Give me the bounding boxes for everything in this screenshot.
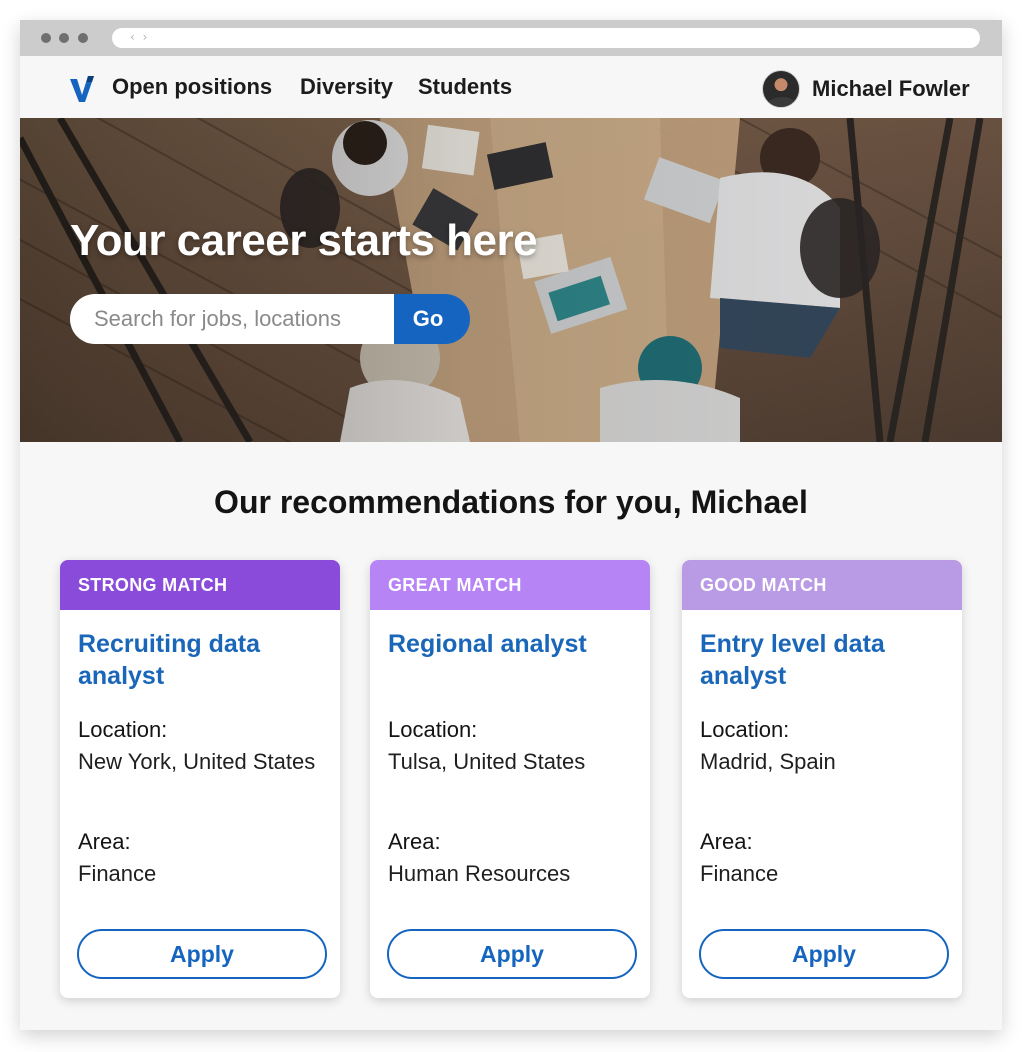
apply-button[interactable]: Apply [77,929,327,979]
recommendations-title: Our recommendations for you, Michael [214,484,808,520]
location-value: Tulsa, United States [388,749,586,774]
nav-students[interactable]: Students [418,74,512,100]
user-name[interactable]: Michael Fowler [812,76,970,102]
area-value: Finance [700,861,779,886]
nav-diversity[interactable]: Diversity [300,74,393,100]
window-minimize-dot[interactable] [59,33,69,43]
match-badge: STRONG MATCH [60,560,340,610]
window-maximize-dot[interactable] [78,33,88,43]
area-label: Area: [388,829,441,854]
area-value: Human Resources [388,861,571,886]
user-avatar[interactable] [762,70,800,108]
match-badge: GREAT MATCH [370,560,650,610]
apply-button[interactable]: Apply [699,929,949,979]
location-value: Madrid, Spain [700,749,836,774]
location-label: Location: [700,717,790,742]
area-value: Finance [78,861,157,886]
area-label: Area: [78,829,131,854]
company-logo[interactable] [68,73,96,103]
address-bar[interactable]: ‹ › [112,28,980,48]
search-go-button[interactable]: Go [394,294,470,344]
apply-button[interactable]: Apply [387,929,637,979]
location-label: Location: [78,717,168,742]
hero-title: Your career starts here [70,216,538,265]
job-search-input[interactable] [70,294,396,344]
job-card: GREAT MATCH Regional analyst Location: T… [370,560,650,998]
browser-chrome: ‹ › [20,20,1002,56]
window-close-dot[interactable] [41,33,51,43]
job-title-link[interactable]: Entry level data analyst [700,628,950,692]
job-title-link[interactable]: Recruiting data analyst [78,628,328,692]
job-card: STRONG MATCH Recruiting data analyst Loc… [60,560,340,998]
match-badge: GOOD MATCH [682,560,962,610]
location-value: New York, United States [78,749,316,774]
job-search: Go [70,294,470,344]
job-title-link[interactable]: Regional analyst [388,628,638,660]
location-label: Location: [388,717,478,742]
hero-office-photo [20,118,1002,442]
nav-open-positions[interactable]: Open positions [112,74,272,100]
browser-window: ‹ › Open positions Diversity Students Mi… [20,20,1002,1030]
back-forward-icon[interactable]: ‹ › [130,30,149,44]
job-card: GOOD MATCH Entry level data analyst Loca… [682,560,962,998]
area-label: Area: [700,829,753,854]
hero-banner: Your career starts here Go [20,118,1002,442]
top-navigation: Open positions Diversity Students Michae… [20,56,1002,118]
